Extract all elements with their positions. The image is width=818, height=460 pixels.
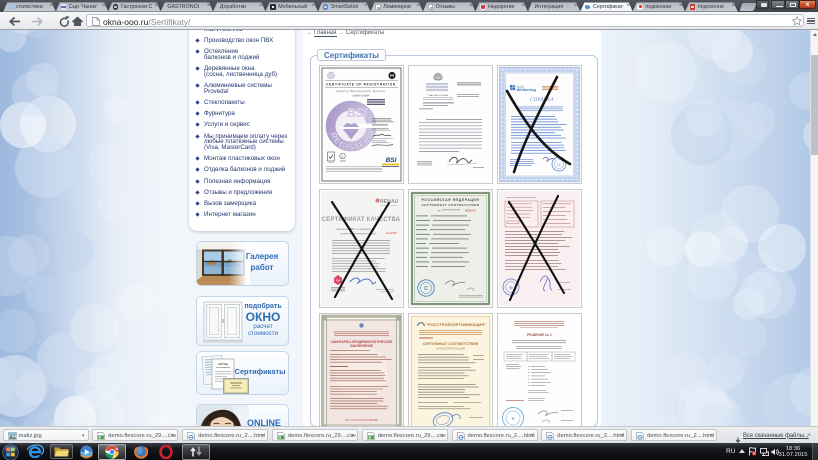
svg-text:СЕРТИФИКАТ СООТВЕТСТВИЯ: СЕРТИФИКАТ СООТВЕТСТВИЯ <box>423 342 479 346</box>
svg-text:РОССИЙСКАЯ ФЕДЕРАЦИЯ: РОССИЙСКАЯ ФЕДЕРАЦИЯ <box>422 198 480 202</box>
svg-text:СПРАВКА: СПРАВКА <box>530 98 554 103</box>
svg-text:W: W <box>557 163 561 167</box>
svg-text:⊛: ⊛ <box>509 285 513 290</box>
svg-text:«Оконные ПВХ» и «Крамол»: «Оконные ПВХ» и «Крамол» <box>335 227 373 231</box>
svg-text:BSI: BSI <box>347 106 368 120</box>
svg-text:ЗАКЛЮЧЕНИЕ: ЗАКЛЮЧЕНИЕ <box>350 344 373 348</box>
svg-text:CERTIFICATE OF REGISTRATION: CERTIFICATE OF REGISTRATION <box>326 83 396 87</box>
svg-text:№ 02724: № 02724 <box>386 231 397 235</box>
svg-text:№ 77.01.16.574.П.033760: № 77.01.16.574.П.033760 <box>345 418 378 422</box>
svg-text:Quality Management System: Quality Management System <box>336 89 385 93</box>
svg-text:РЕШЕНИЕ № 1: РЕШЕНИЕ № 1 <box>527 333 552 337</box>
svg-text:proWen GmbH: proWen GmbH <box>353 95 370 98</box>
svg-text:СЕРТИФИКАТ СООТВЕТСТВИЯ: СЕРТИФИКАТ СООТВЕТСТВИЯ <box>422 203 480 207</box>
svg-text:RH: RH <box>336 279 340 283</box>
svg-text:С: С <box>424 286 428 292</box>
svg-text:СЧАСТЬЕ МОСКВЫ: СЧАСТЬЕ МОСКВЫ <box>428 94 449 97</box>
svg-text:№: № <box>438 210 441 213</box>
svg-text:№ РОССТРОЙ.RU.0148: № РОССТРОЙ.RU.0148 <box>436 347 466 351</box>
svg-text:BSI: BSI <box>386 157 397 164</box>
svg-text:АКТЭБ: АКТЭБ <box>218 362 229 366</box>
svg-text:Wölkering: Wölkering <box>517 87 537 92</box>
svg-text:СЕРТИФИКАТ КАЧЕСТВА: СЕРТИФИКАТ КАЧЕСТВА <box>322 217 401 223</box>
svg-text:0005516: 0005516 <box>465 209 476 213</box>
svg-text:"РОССТРОЙСЕРТИФИКАЦИЯ": "РОССТРОЙСЕРТИФИКАЦИЯ" <box>426 322 486 327</box>
